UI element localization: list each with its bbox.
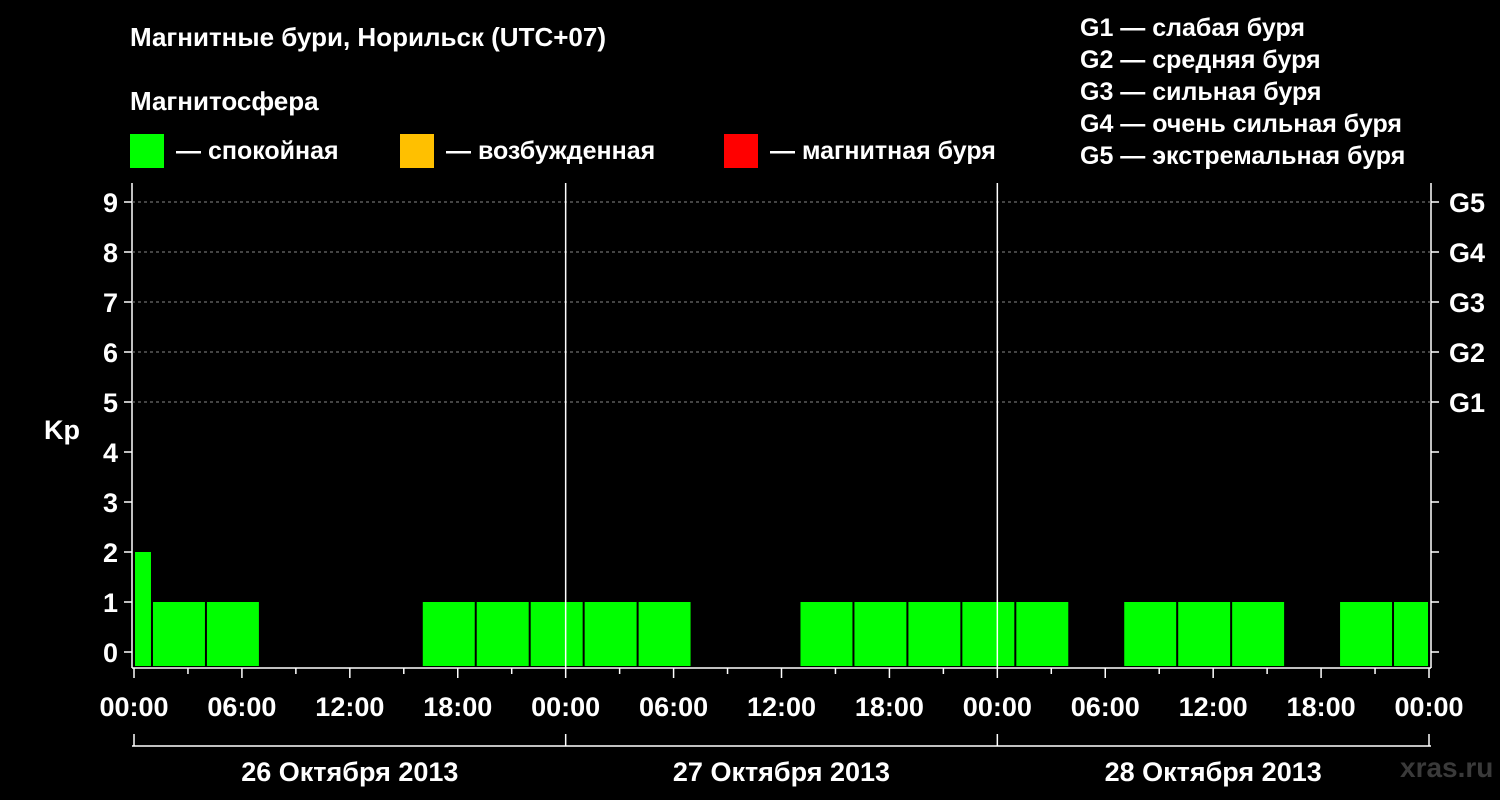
x-tick-label: 06:00 [1071,692,1140,722]
day-label: 27 Октября 2013 [673,757,890,787]
y-axis-label: Kp [44,415,80,445]
y-tick-label: 5 [103,388,118,418]
kp-bar [530,602,583,666]
kp-bar [1394,602,1428,666]
y-tick-label: 8 [103,238,118,268]
x-tick-label: 12:00 [747,692,816,722]
g-level-label: G5 [1449,188,1485,218]
y-tick-label: 7 [103,288,118,318]
g-level-label: G3 [1449,288,1485,318]
y-tick-label: 9 [103,188,118,218]
g-level-label: G2 [1449,338,1485,368]
x-tick-label: 18:00 [855,692,924,722]
kp-bar [1340,602,1393,666]
kp-bar [854,602,907,666]
kp-bar [1232,602,1285,666]
kp-bar [422,602,475,666]
x-tick-label: 00:00 [99,692,168,722]
kp-bar [962,602,1015,666]
y-tick-label: 6 [103,338,118,368]
x-tick-label: 00:00 [963,692,1032,722]
kp-bar [1016,602,1069,666]
kp-bar [584,602,637,666]
x-tick-label: 18:00 [423,692,492,722]
g-level-label: G1 [1449,388,1485,418]
x-tick-label: 06:00 [639,692,708,722]
watermark: xras.ru [1400,752,1494,783]
kp-bar [206,602,259,666]
kp-bar [1178,602,1231,666]
y-tick-label: 1 [103,588,118,618]
kp-chart: 0 1 2 3 4 5 6 7 8 9 G1 G2 G3 G4 G5 Kp 00:00 06:00 12:00 18:… [44,183,1485,787]
y-tick-label: 3 [103,488,118,518]
x-tick-label: 18:00 [1287,692,1356,722]
kp-bar [638,602,691,666]
x-tick-label: 06:00 [207,692,276,722]
kp-bar [1124,602,1177,666]
y-tick-label: 4 [103,438,118,468]
day-label: 26 Октября 2013 [241,757,458,787]
g-level-label: G4 [1449,238,1485,268]
x-tick-label: 00:00 [1394,692,1463,722]
kp-bar [152,602,205,666]
y-tick-label: 2 [103,538,118,568]
kp-bar [476,602,529,666]
x-tick-label: 12:00 [315,692,384,722]
y-tick-label: 0 [103,638,118,668]
x-tick-label: 12:00 [1179,692,1248,722]
kp-bar [135,552,151,666]
x-tick-label: 00:00 [531,692,600,722]
kp-bar [800,602,853,666]
kp-bar [908,602,961,666]
day-label: 28 Октября 2013 [1105,757,1322,787]
